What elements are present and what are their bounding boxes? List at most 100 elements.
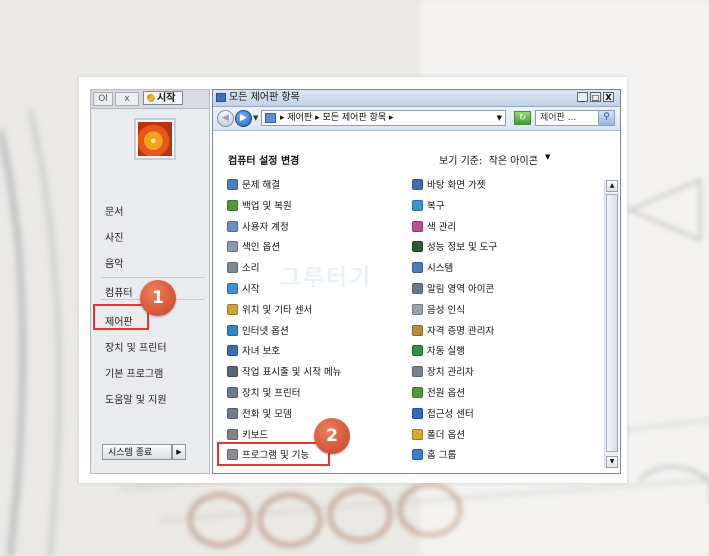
recent-pages-dropdown-icon[interactable]: ▼ xyxy=(253,114,258,122)
cp-item-label: 바탕 화면 가젯 xyxy=(427,180,486,191)
cp-item-label: 폴더 옵션 xyxy=(427,430,465,441)
homegroup-icon xyxy=(412,449,423,460)
cp-item-folder-options[interactable]: 폴더 옵션 xyxy=(412,429,465,443)
cp-item-getting-started[interactable]: 시작 xyxy=(227,283,259,297)
cp-item-indexing[interactable]: 색인 옵션 xyxy=(227,241,280,255)
start-label: 시작 xyxy=(157,93,176,104)
device-manager-icon xyxy=(412,366,423,377)
control-panel-icon xyxy=(216,93,226,102)
vertical-scrollbar[interactable]: ▲ ▼ xyxy=(604,180,619,468)
cp-item-autoplay[interactable]: 자동 실행 xyxy=(412,345,465,359)
cp-item-system[interactable]: 시스템 xyxy=(412,262,453,276)
user-picture-avatar[interactable] xyxy=(134,118,176,160)
start-item-default-programs[interactable]: 기본 프로그램 xyxy=(105,365,163,380)
address-bar[interactable]: ▸ 제어판 ▸ 모든 제어판 항목 ▸ ▼ xyxy=(261,110,506,126)
cp-item-power-options[interactable]: 전원 옵션 xyxy=(412,387,465,401)
close-button[interactable]: X xyxy=(603,92,614,102)
desktop-gadgets-icon xyxy=(412,179,423,190)
taskbar-close-button[interactable]: x xyxy=(115,92,139,106)
shutdown-options-arrow-icon[interactable]: ▶ xyxy=(172,444,186,460)
step-2-badge: 2 xyxy=(314,418,350,454)
cp-item-label: 문제 해결 xyxy=(242,180,280,191)
minimize-button[interactable]: _ xyxy=(577,92,588,102)
back-arrow-icon[interactable]: ◀ xyxy=(217,110,234,127)
user-accounts-icon xyxy=(227,221,238,232)
page-heading: 컴퓨터 설정 변경 xyxy=(228,156,300,167)
color-management-icon xyxy=(412,221,423,232)
cp-item-label: 자녀 보호 xyxy=(242,346,280,357)
search-icon[interactable]: ⚲ xyxy=(598,111,614,125)
highlight-programs-features xyxy=(217,442,330,466)
watermark: 그루터기 xyxy=(280,266,373,291)
cp-item-label: 소리 xyxy=(242,263,260,274)
address-dropdown-icon[interactable]: ▼ xyxy=(497,112,502,124)
start-item-music[interactable]: 음악 xyxy=(105,255,123,270)
search-input[interactable]: 제어판 ... ⚲ xyxy=(535,110,615,126)
refresh-icon[interactable]: ↻ xyxy=(514,111,531,125)
cp-item-label: 자동 실행 xyxy=(427,346,465,357)
cp-item-devices-printers[interactable]: 장치 및 프린터 xyxy=(227,387,300,401)
address-breadcrumb[interactable]: ▸ 제어판 ▸ 모든 제어판 항목 ▸ xyxy=(280,112,394,124)
cp-item-label: 위치 및 기타 센서 xyxy=(242,305,313,316)
cp-item-label: 전화 및 모뎀 xyxy=(242,409,292,420)
cp-item-device-manager[interactable]: 장치 관리자 xyxy=(412,366,474,380)
cp-item-label: 작업 표시줄 및 시작 메뉴 xyxy=(242,367,342,378)
scroll-up-icon[interactable]: ▲ xyxy=(606,180,618,192)
cp-item-recovery[interactable]: 복구 xyxy=(412,200,444,214)
view-by-value[interactable]: 작은 아이콘 xyxy=(489,156,538,167)
recovery-icon xyxy=(412,200,423,211)
start-item-documents[interactable]: 문서 xyxy=(105,203,123,218)
forward-arrow-icon[interactable]: ▶ xyxy=(235,110,252,127)
scroll-down-icon[interactable]: ▼ xyxy=(606,456,618,468)
cp-item-performance[interactable]: 성능 정보 및 도구 xyxy=(412,241,497,255)
cp-item-troubleshoot[interactable]: 문제 해결 xyxy=(227,179,280,193)
start-item-devices-printers[interactable]: 장치 및 프린터 xyxy=(105,339,167,354)
taskbar-button[interactable]: Ol xyxy=(93,92,113,106)
start-item-computer[interactable]: 컴퓨터 xyxy=(105,284,133,299)
control-panel-address-icon xyxy=(265,113,276,123)
cp-item-phone-modem[interactable]: 전화 및 모뎀 xyxy=(227,408,292,422)
troubleshoot-icon xyxy=(227,179,238,190)
cp-item-user-accounts[interactable]: 사용자 계정 xyxy=(227,221,289,235)
window-title: 모든 제어판 항목 xyxy=(229,92,300,103)
start-item-help-support[interactable]: 도움말 및 지원 xyxy=(105,391,167,406)
cp-item-color-management[interactable]: 색 관리 xyxy=(412,221,456,235)
autoplay-icon xyxy=(412,345,423,356)
cp-item-label: 색인 옵션 xyxy=(242,242,280,253)
credential-manager-icon xyxy=(412,325,423,336)
start-item-pictures[interactable]: 사진 xyxy=(105,229,123,244)
cp-item-ease-of-access[interactable]: 접근성 센터 xyxy=(412,408,474,422)
cp-item-backup[interactable]: 백업 및 복원 xyxy=(227,200,292,214)
start-menu-divider xyxy=(101,277,205,278)
cp-item-desktop-gadgets[interactable]: 바탕 화면 가젯 xyxy=(412,179,485,193)
folder-options-icon xyxy=(412,429,423,440)
scrollbar-thumb[interactable] xyxy=(606,194,618,452)
cp-item-speech-recognition[interactable]: 음성 인식 xyxy=(412,304,465,318)
power-options-icon xyxy=(412,387,423,398)
view-by-dropdown-icon[interactable]: ▼ xyxy=(545,153,550,161)
view-by-control[interactable]: 보기 기준: 작은 아이콘 xyxy=(439,152,538,167)
performance-icon xyxy=(412,241,423,252)
cp-item-sound[interactable]: 소리 xyxy=(227,262,259,276)
location-sensor-icon xyxy=(227,304,238,315)
cp-item-taskbar[interactable]: 작업 표시줄 및 시작 메뉴 xyxy=(227,366,341,380)
phone-modem-icon xyxy=(227,408,238,419)
cp-item-label: 시작 xyxy=(242,284,260,295)
maximize-button[interactable]: □ xyxy=(590,92,601,102)
cp-item-label: 키보드 xyxy=(242,430,269,441)
cp-item-internet-options[interactable]: 인터넷 옵션 xyxy=(227,325,289,339)
cp-item-label: 홈 그룹 xyxy=(427,450,457,461)
cp-item-label: 인터넷 옵션 xyxy=(242,326,289,337)
shutdown-button[interactable]: 시스템 종료 xyxy=(102,444,172,460)
cp-item-parental-controls[interactable]: 자녀 보호 xyxy=(227,345,280,359)
cp-item-homegroup[interactable]: 홈 그룹 xyxy=(412,449,456,463)
cp-item-label: 알림 영역 아이콘 xyxy=(427,284,495,295)
cp-item-location-sensor[interactable]: 위치 및 기타 센서 xyxy=(227,304,312,318)
start-button[interactable]: 시작 xyxy=(143,91,183,105)
cp-item-notification-area[interactable]: 알림 영역 아이콘 xyxy=(412,283,494,297)
cp-item-keyboard[interactable]: 키보드 xyxy=(227,429,268,443)
getting-started-icon xyxy=(227,283,238,294)
cp-item-credential-manager[interactable]: 자격 증명 관리자 xyxy=(412,325,494,339)
title-bar[interactable]: 모든 제어판 항목 _ □ X xyxy=(213,90,620,107)
highlight-control-panel xyxy=(93,304,149,330)
